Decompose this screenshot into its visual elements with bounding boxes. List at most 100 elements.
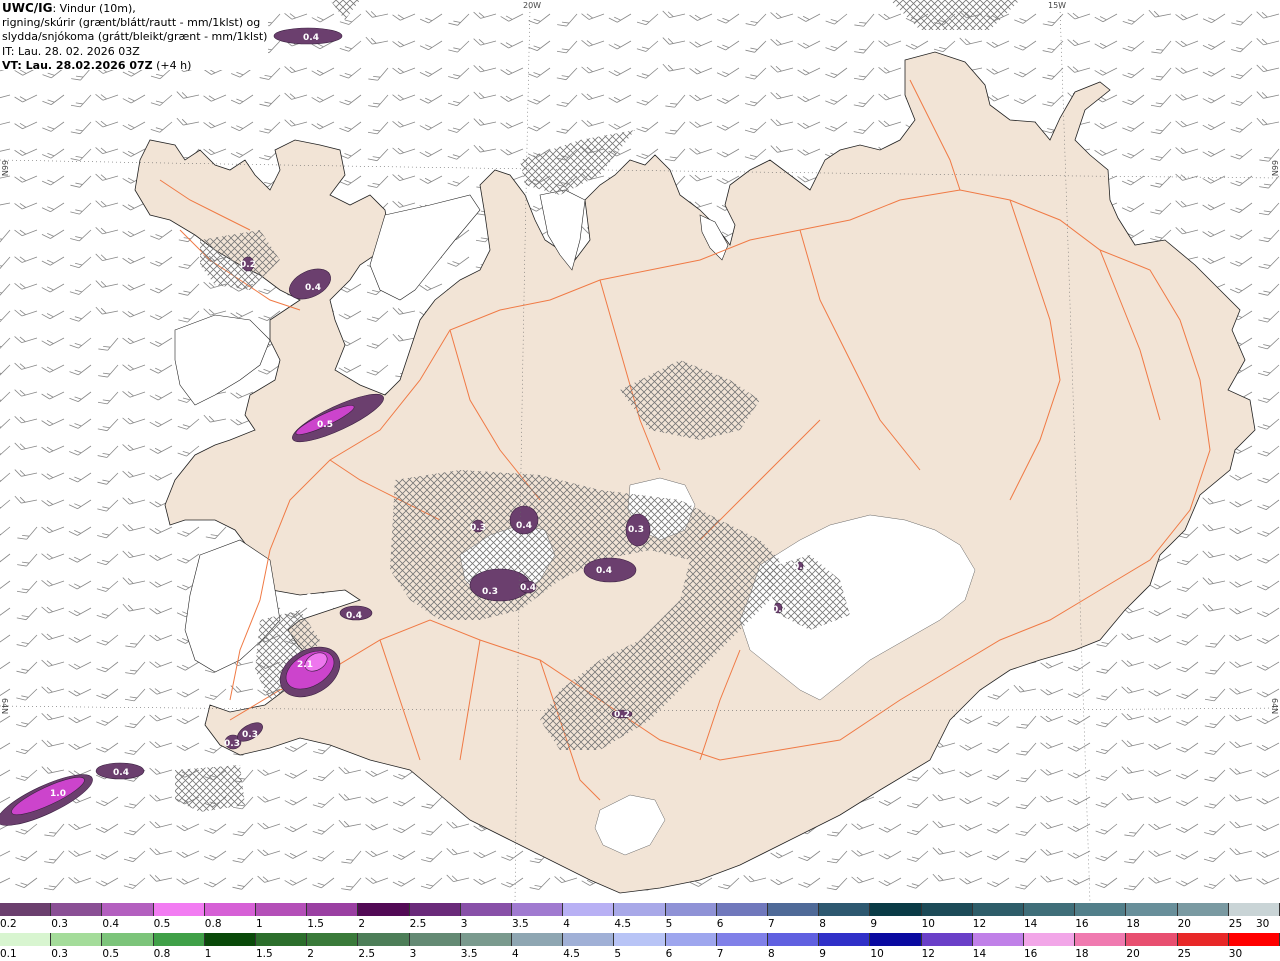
precip-label: 0.4: [516, 521, 532, 531]
precip-label: 0.3: [242, 730, 258, 740]
colorbar-tick-label: 0.8: [204, 918, 222, 930]
colorbar-tick-label: 1.5: [256, 948, 273, 960]
snow-legend-text: slydda/snjókoma (grátt/bleikt/grænt - mm…: [2, 30, 268, 44]
colorbar-cell: [307, 933, 359, 946]
colorbar-cell: [409, 903, 461, 916]
colorbar-tick-label: 0.4: [102, 918, 120, 930]
colorbar-tick-label: 14: [1024, 918, 1038, 930]
colorbar-cell: [563, 903, 615, 916]
colorbar-tick-label: 3: [460, 918, 468, 930]
colorbar-cell: [614, 933, 666, 946]
colorbar-tick-label: 4.5: [563, 948, 580, 960]
colorbar-cell: [460, 933, 513, 946]
colorbar-tick-label: 7: [768, 918, 775, 930]
colorbar-cell: [460, 903, 513, 916]
colorbar-cell: [768, 903, 820, 916]
colorbar-cell: [870, 903, 922, 916]
rain-colorbar-labels: 0.1 0.3 0.5 0.8 1 1.5 2 2.5 3 3.5 4 4.5 5 6 7 8 9 10 12 14 1…: [0, 948, 1280, 961]
colorbar-cell: [1126, 903, 1178, 916]
colorbar-cell: [716, 903, 769, 916]
colorbar-tick-label: 25: [1177, 948, 1191, 960]
precip-label: 0.2: [793, 562, 809, 572]
colorbar-tick-label: 2: [307, 948, 314, 960]
colorbar-cell: [358, 903, 410, 916]
colorbar-tick-label: 2.5: [409, 918, 427, 930]
colorbar-cell: [1177, 903, 1229, 916]
rain-legend-text: rigning/skúrir (grænt/blátt/rautt - mm/1…: [2, 16, 261, 30]
valid-time: VT: Lau. 28.02.2026 07Z: [2, 58, 153, 72]
colorbar-cell: [0, 933, 52, 946]
colorbar-cell: [512, 933, 564, 946]
rain-colorbar: [0, 933, 1280, 946]
colorbar-cell: [358, 933, 410, 946]
colorbar-tick-label: 2.5: [358, 948, 376, 960]
colorbar-cell: [819, 903, 871, 916]
initial-time: IT: Lau. 28. 02. 2026 03Z: [2, 44, 140, 58]
colorbar-cell: [1228, 903, 1280, 916]
colorbar-tick-label: 4: [563, 918, 570, 930]
lat-label-66n-left: 66N: [0, 160, 9, 177]
lat-label-64n-right: 64N: [1270, 698, 1279, 715]
colorbar-cell: [1075, 933, 1127, 946]
precip-label: 0.4: [305, 283, 321, 293]
colorbar-cell: [819, 933, 871, 946]
colorbar-cell: [204, 933, 257, 946]
colorbar-tick-label: 4: [512, 948, 519, 960]
lat-label-66n-right: 66N: [1270, 160, 1279, 177]
lon-label-20w: 20W: [523, 1, 542, 10]
colorbar-cell: [153, 933, 205, 946]
colorbar-tick-label: 0.8: [153, 948, 171, 960]
colorbar-tick-label: 0.3: [51, 918, 68, 930]
precip-label: 0.4: [113, 768, 129, 778]
color-scales: 0.2 0.3 0.4 0.5 0.8 1 1.5 2 2.5 3 3.5 4 4.5 5 6 7 8 9 10 12…: [0, 903, 1280, 960]
colorbar-tick-label: 14: [972, 948, 987, 960]
precip-label: 0.4: [520, 583, 536, 593]
colorbar-cell: [256, 903, 308, 916]
colorbar-cell: [972, 903, 1025, 916]
precip-label: 0.4: [596, 566, 612, 576]
colorbar-cell: [204, 903, 257, 916]
colorbar-tick-label: 4.5: [614, 918, 632, 930]
colorbar-tick-label: 6: [716, 918, 724, 930]
snow-colorbar-labels: 0.2 0.3 0.4 0.5 0.8 1 1.5 2 2.5 3 3.5 4 4.5 5 6 7 8 9 10 12…: [0, 918, 1280, 931]
colorbar-tick-label: 0.3: [51, 948, 68, 960]
colorbar-cell: [51, 903, 103, 916]
colorbar-tick-label: 9: [819, 948, 826, 960]
colorbar-cell: [1126, 933, 1178, 946]
colorbar-tick-label: 7: [716, 948, 724, 960]
colorbar-tick-label: 12: [921, 948, 935, 960]
colorbar-tick-label: 3.5: [460, 948, 478, 960]
lon-label-15w: 15W: [1048, 1, 1067, 10]
colorbar-cell: [665, 903, 717, 916]
map-header: UWC/IG: Vindur (10m), rigning/skúrir (gr…: [0, 0, 268, 72]
colorbar-tick-label: 30: [1228, 948, 1243, 960]
colorbar-tick-label: 10: [870, 948, 884, 960]
title-suffix: : Vindur (10m),: [52, 2, 136, 15]
colorbar-tick-label: 0.5: [153, 918, 171, 930]
colorbar-tick-label: 0.2: [0, 918, 17, 930]
precip-label: 0.2: [240, 260, 256, 270]
colorbar-tick-label: 30: [1256, 918, 1270, 930]
colorbar-cell: [768, 933, 820, 946]
colorbar-cell: [972, 933, 1025, 946]
colorbar-cell: [1228, 933, 1280, 946]
colorbar-cell: [256, 933, 308, 946]
precip-label: 0.3: [470, 523, 486, 533]
colorbar-tick-label: 5: [614, 948, 622, 960]
precip-label: 0.3: [628, 525, 644, 535]
colorbar-cell: [51, 933, 103, 946]
colorbar-cell: [870, 933, 922, 946]
colorbar-tick-label: 12: [972, 918, 987, 930]
precip-label: 0.3: [224, 739, 240, 749]
colorbar-cell: [102, 903, 154, 916]
colorbar-tick-label: 5: [665, 918, 673, 930]
colorbar-cell: [716, 933, 769, 946]
lat-label-64n-left: 64N: [0, 698, 9, 715]
colorbar-tick-label: 18: [1075, 948, 1089, 960]
colorbar-cell: [0, 903, 52, 916]
precip-label: 2.1: [297, 660, 313, 670]
colorbar-tick-label: 20: [1177, 918, 1191, 930]
precip-label: 0.4: [306, 593, 322, 603]
snow-colorbar: [0, 903, 1280, 916]
colorbar-tick-label: 20: [1126, 948, 1140, 960]
